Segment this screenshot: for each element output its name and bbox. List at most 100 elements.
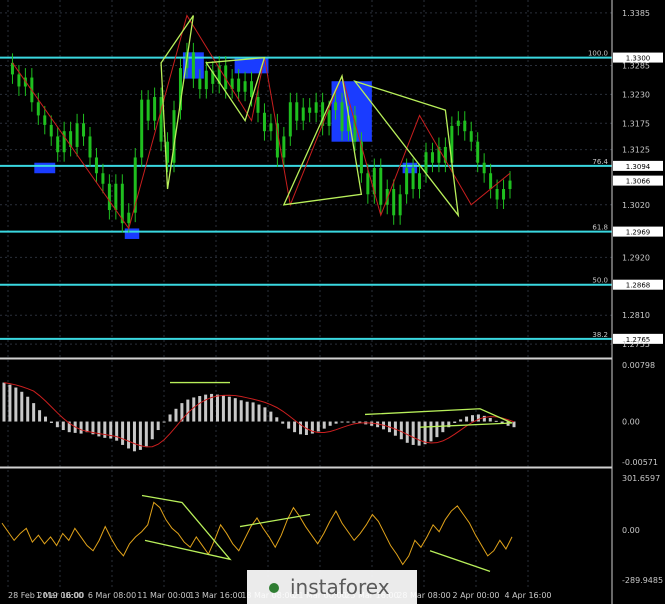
brand-name: instaforex	[290, 575, 390, 599]
candle-body	[314, 102, 318, 113]
candle-body	[398, 194, 402, 216]
candle-body	[508, 180, 512, 190]
macd-histogram-bar	[322, 421, 326, 429]
macd-axis-tick: 0.00	[622, 418, 640, 427]
candle-body	[430, 152, 434, 163]
macd-histogram-bar	[334, 421, 338, 424]
macd-histogram-bar	[476, 414, 480, 422]
candle-body	[94, 157, 98, 174]
macd-histogram-bar	[26, 396, 30, 422]
candle-body	[282, 136, 286, 158]
fib-level-label: 100.0	[588, 50, 608, 58]
candle-body	[146, 99, 150, 121]
fib-level-label: 76.4	[592, 158, 608, 166]
macd-histogram-bar	[328, 421, 332, 426]
candle-body	[340, 102, 344, 132]
macd-histogram-bar	[79, 421, 83, 434]
macd-histogram-bar	[239, 400, 243, 422]
fib-level-label: 61.8	[592, 224, 608, 232]
macd-histogram-bar	[340, 421, 344, 423]
macd-histogram-bar	[269, 411, 273, 422]
macd-histogram-bar	[429, 421, 433, 442]
macd-axis-tick: 0.00798	[622, 361, 655, 370]
macd-histogram-bar	[174, 408, 178, 422]
macd-histogram-bar	[168, 414, 172, 422]
time-axis-tick: 13 Mar 16:00	[189, 591, 242, 600]
candle-body	[476, 141, 480, 163]
price-axis-tick: 1.2755	[622, 340, 650, 349]
candle-body	[418, 173, 422, 190]
macd-histogram-bar	[346, 421, 350, 423]
macd-histogram-bar	[399, 421, 403, 440]
macd-histogram-bar	[423, 421, 427, 445]
candle-body	[469, 131, 473, 142]
macd-histogram-bar	[465, 416, 469, 422]
candle-body	[159, 97, 163, 142]
macd-histogram-bar	[405, 421, 409, 443]
price-axis-tick: 1.2810	[622, 311, 650, 320]
time-axis-tick: 4 Apr 16:00	[504, 591, 551, 600]
macd-histogram-bar	[38, 410, 42, 422]
demand-zone	[124, 228, 140, 239]
macd-histogram-bar	[281, 421, 285, 424]
oscillator-axis-tick: 0.00	[622, 526, 640, 535]
macd-histogram-bar	[20, 391, 24, 422]
candle-body	[140, 99, 144, 158]
candle-body	[502, 189, 506, 200]
demand-zone	[34, 162, 56, 174]
candle-body	[43, 115, 47, 125]
candle-body	[82, 123, 86, 137]
macd-histogram-bar	[115, 421, 119, 441]
macd-histogram-bar	[132, 421, 136, 452]
time-axis-tick: 11 Mar 00:00	[137, 591, 190, 600]
candle-body	[36, 102, 40, 116]
candle-body	[114, 183, 118, 211]
macd-histogram-bar	[245, 401, 249, 422]
price-axis-tick: 1.3175	[622, 119, 650, 128]
macd-histogram-bar	[221, 395, 225, 422]
macd-histogram-bar	[441, 421, 445, 433]
fib-price-tag-text: 1.2969	[626, 229, 651, 237]
current-price-text: 1.3066	[626, 178, 651, 186]
price-axis-tick: 1.3385	[622, 9, 650, 18]
macd-histogram-bar	[49, 421, 53, 423]
macd-histogram-bar	[293, 421, 297, 433]
macd-histogram-bar	[287, 421, 291, 429]
macd-histogram-bar	[61, 421, 65, 431]
fib-price-tag-text: 1.2868	[626, 282, 651, 290]
macd-histogram-bar	[198, 396, 202, 422]
candle-body	[411, 167, 415, 190]
macd-histogram-bar	[8, 384, 12, 422]
candle-body	[204, 70, 208, 90]
macd-histogram-bar	[482, 415, 486, 422]
candle-body	[49, 124, 53, 137]
macd-histogram-bar	[275, 417, 279, 422]
candle-body	[256, 97, 260, 113]
macd-histogram-bar	[2, 382, 6, 422]
candle-body	[456, 120, 460, 126]
candle-body	[482, 162, 486, 174]
macd-histogram-bar	[150, 421, 154, 440]
macd-histogram-bar	[352, 421, 356, 423]
macd-histogram-bar	[121, 421, 125, 445]
candle-body	[366, 173, 370, 195]
candle-body	[262, 112, 266, 132]
candle-body	[107, 183, 111, 211]
macd-histogram-bar	[257, 404, 261, 422]
price-axis-tick: 1.3125	[622, 146, 650, 155]
macd-histogram-bar	[44, 416, 48, 422]
time-axis-tick: 6 Mar 08:00	[88, 591, 136, 600]
macd-histogram-bar	[459, 419, 463, 422]
fib-level-label: 50.0	[592, 277, 608, 285]
candle-body	[288, 102, 292, 137]
time-axis-tick: 2 Apr 00:00	[452, 591, 499, 600]
macd-histogram-bar	[435, 421, 439, 438]
candle-body	[153, 97, 157, 121]
candle-body	[405, 167, 409, 195]
candle-body	[295, 102, 299, 121]
macd-histogram-bar	[32, 403, 36, 422]
macd-histogram-bar	[488, 417, 492, 422]
oscillator-axis-tick: -289.9485	[622, 576, 663, 585]
candle-body	[75, 123, 79, 147]
macd-histogram-bar	[215, 394, 219, 422]
